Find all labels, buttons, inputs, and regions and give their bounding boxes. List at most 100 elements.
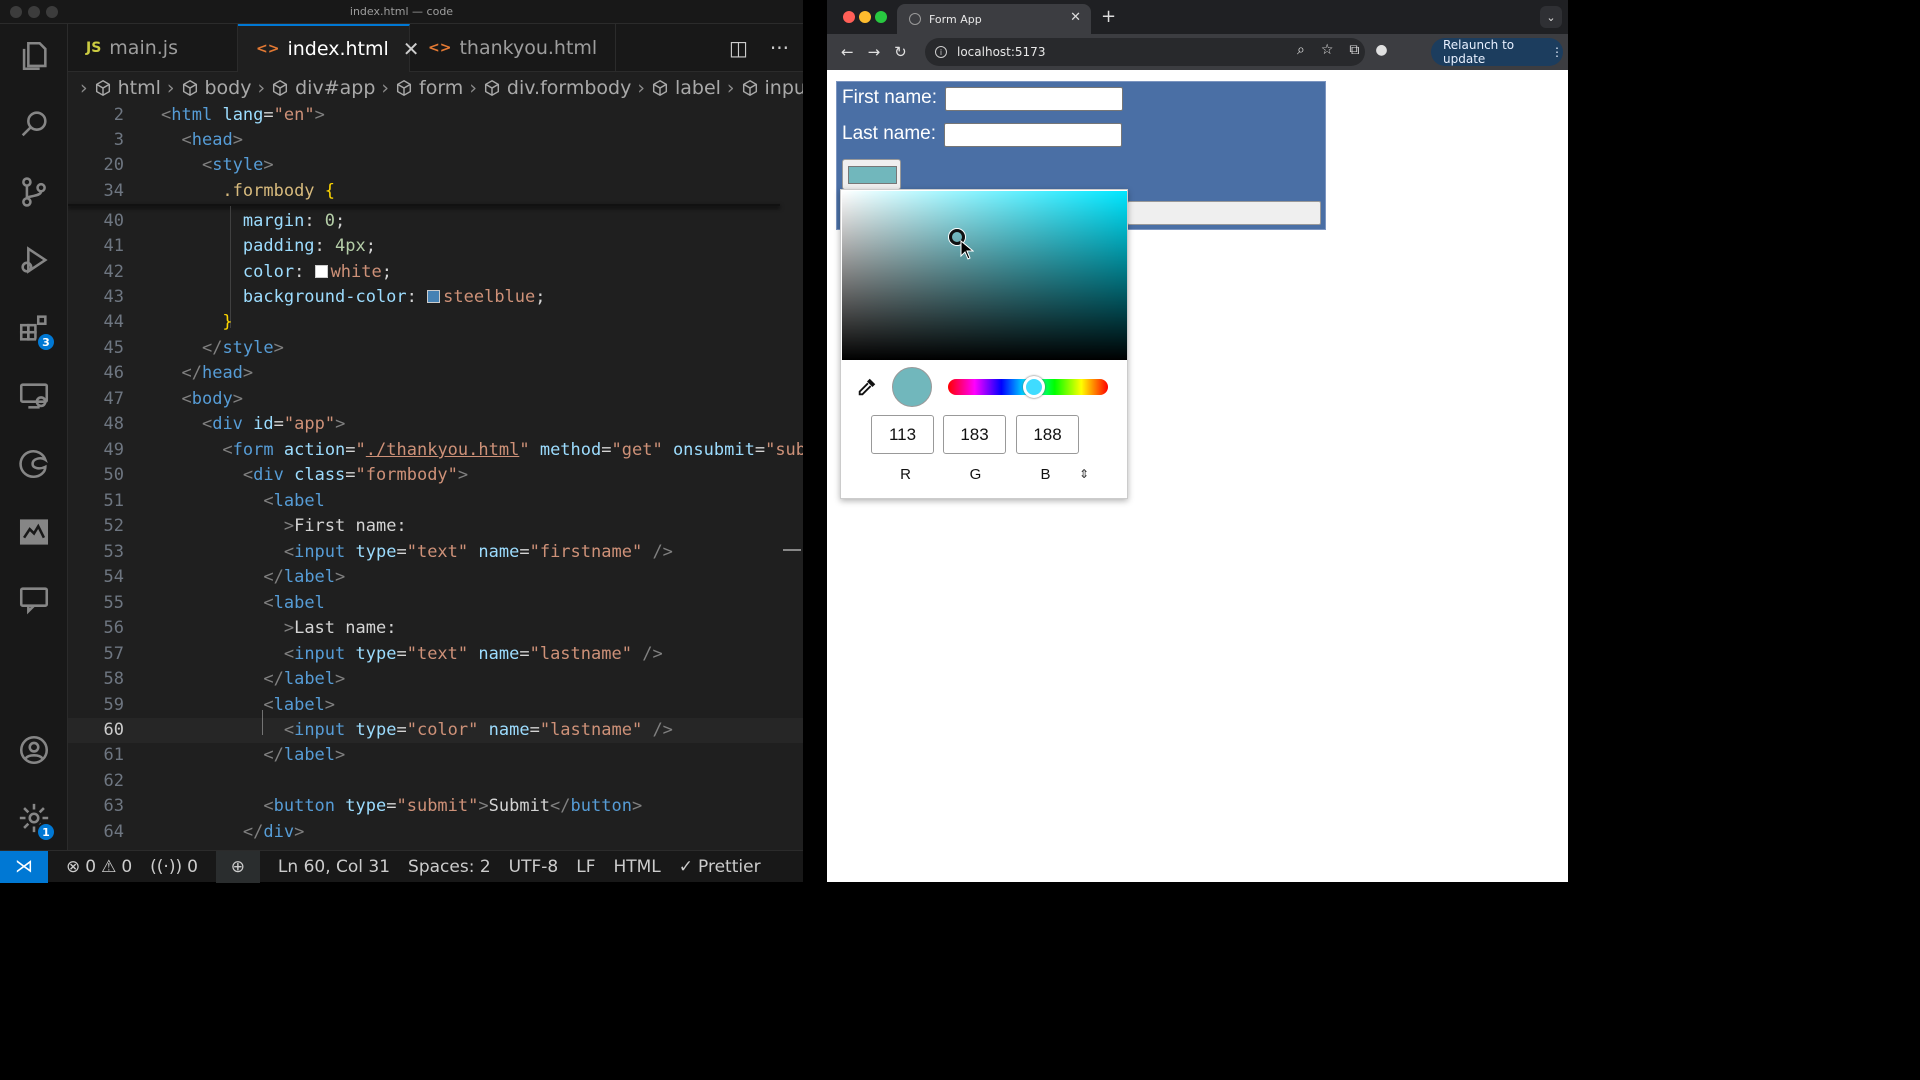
zoom-icon[interactable]: ⌕ <box>1297 42 1305 58</box>
chat-button[interactable] <box>0 570 68 630</box>
breadcrumb-label: div.formbody <box>506 77 632 99</box>
remote-icon: ⋊ <box>15 856 33 877</box>
green-value-input[interactable]: 183 <box>943 415 1006 454</box>
saturation-value-area[interactable] <box>842 191 1127 360</box>
hue-handle[interactable] <box>1023 376 1045 398</box>
star-icon[interactable]: ☆ <box>1321 42 1334 58</box>
chevron-down-icon[interactable]: ⌄ <box>1540 6 1562 28</box>
manage-button[interactable]: 1 <box>0 788 68 848</box>
browser-tab-form-app[interactable]: Form App ✕ <box>897 4 1091 34</box>
forward-icon[interactable]: → <box>868 43 881 61</box>
cursor-position[interactable]: Ln 60, Col 31 <box>278 857 390 877</box>
search-button[interactable] <box>0 94 68 154</box>
last-name-input[interactable] <box>944 123 1122 147</box>
zoom-window-button[interactable] <box>875 11 887 23</box>
breadcrumb-item-div-app[interactable]: div#app <box>271 77 375 99</box>
accounts-button[interactable] <box>0 720 68 780</box>
window-gap <box>803 0 827 882</box>
settings-badge: 1 <box>36 822 56 842</box>
problems-indicator[interactable]: ⊗ 0 ⚠ 0 <box>66 857 132 877</box>
code-line: 58 </label> <box>103 669 346 689</box>
zoom-indicator[interactable]: ⊕ <box>215 850 260 883</box>
cube-icon <box>652 79 667 97</box>
code-line: 2 <html lang="en"> <box>113 105 325 125</box>
indentation[interactable]: Spaces: 2 <box>408 857 491 877</box>
line-ending[interactable]: LF <box>576 857 595 877</box>
relaunch-button[interactable]: Relaunch to update ⋮ <box>1431 38 1563 66</box>
steelblue-color-swatch[interactable] <box>427 290 441 303</box>
remote-indicator[interactable]: ⋊ <box>0 850 48 883</box>
tab-title: Form App <box>929 12 982 26</box>
close-icon[interactable]: ✕ <box>1070 10 1081 25</box>
globe-icon <box>909 13 921 25</box>
edge-tools-button[interactable] <box>0 434 68 494</box>
breadcrumb-item-label[interactable]: label <box>651 77 721 99</box>
extensions-icon[interactable]: ⧉ <box>1349 42 1359 58</box>
code-line: 55 <label <box>103 593 325 613</box>
tab-index-html[interactable]: <> index.html ✕ <box>238 24 420 72</box>
js-file-icon: JS <box>86 40 102 56</box>
breadcrumb-item-form[interactable]: form <box>395 77 463 99</box>
submit-button[interactable] <box>1127 201 1321 225</box>
code-line: 50 <div class="formbody"> <box>103 465 469 485</box>
blue-value-input[interactable]: 188 <box>1016 415 1079 454</box>
code-editor[interactable]: 2 <html lang="en"> 3 <head> 20 <style> 34… <box>68 103 803 850</box>
more-actions-icon[interactable]: ··· <box>770 36 789 60</box>
info-icon[interactable]: i <box>935 46 947 58</box>
minimize-window-button[interactable] <box>859 11 871 23</box>
split-editor-icon[interactable]: ◫ <box>729 36 748 60</box>
minimap-marker <box>783 549 801 551</box>
extensions-button[interactable]: 3 <box>0 298 68 358</box>
hue-slider[interactable] <box>948 376 1108 398</box>
breadcrumb-item-div-formbody[interactable]: div.formbody <box>483 77 631 99</box>
ports-indicator[interactable]: ((·)) 0 <box>150 857 198 877</box>
breadcrumb-item-html[interactable]: html <box>94 77 161 99</box>
reload-icon[interactable]: ↻ <box>894 43 907 61</box>
eyedropper-icon[interactable] <box>856 376 878 398</box>
warning-icon: ⚠ <box>101 856 117 877</box>
breadcrumb-item-input[interactable]: input <box>741 77 803 99</box>
vscode-window: index.html — code 3 1 JS main.js <> inde… <box>0 0 803 883</box>
language-mode[interactable]: HTML <box>613 857 660 877</box>
tab-label: thankyou.html <box>459 37 598 59</box>
chat-icon <box>19 587 49 615</box>
code-line: 56 >Last name: <box>103 618 397 638</box>
code-line: 48 <div id="app"> <box>103 414 346 434</box>
breadcrumb-item-body[interactable]: body <box>181 77 252 99</box>
debug-icon <box>21 246 48 274</box>
code-line: 61 </label> <box>103 745 346 765</box>
first-name-input[interactable] <box>945 87 1123 111</box>
encoding[interactable]: UTF-8 <box>509 857 559 877</box>
color-input-swatch <box>848 166 897 184</box>
profile-icon[interactable]: ● <box>1375 42 1387 58</box>
warning-count: 0 <box>121 856 133 877</box>
color-preview <box>892 367 932 407</box>
remote-explorer-button[interactable] <box>0 366 68 426</box>
cube-icon <box>484 79 499 97</box>
chevron-right-icon: › <box>381 77 389 99</box>
white-color-swatch[interactable] <box>314 265 328 278</box>
run-debug-button[interactable] <box>0 230 68 290</box>
cube-icon <box>742 79 757 97</box>
breadcrumb-label: label <box>674 77 721 99</box>
code-line: 63 <button type="submit">Submit</button> <box>103 796 643 816</box>
title-bar: index.html — code <box>0 0 803 24</box>
status-bar: ⋊ ⊗ 0 ⚠ 0 ((·)) 0 ⊕ Ln 60, Col 31 Spaces: 2… <box>0 850 803 883</box>
browser-actions: ⌕ ☆ ⧉ ● <box>1297 42 1388 58</box>
html-file-icon: <> <box>256 41 280 57</box>
camel-extension-button[interactable] <box>0 502 68 562</box>
chevron-right-icon: › <box>469 77 477 99</box>
new-tab-icon[interactable]: + <box>1101 6 1116 27</box>
back-icon[interactable]: ← <box>841 43 854 61</box>
tab-thankyou-html[interactable]: <> thankyou.html <box>410 24 616 72</box>
close-window-button[interactable] <box>843 11 855 23</box>
color-input[interactable] <box>842 159 901 190</box>
prettier-status[interactable]: ✓ Prettier <box>679 857 761 877</box>
tab-main-js[interactable]: JS main.js <box>68 24 238 72</box>
red-value-input[interactable]: 113 <box>871 415 934 454</box>
format-toggle-icon[interactable]: ⇕ <box>1079 467 1089 481</box>
breadcrumb-label: input <box>764 77 803 99</box>
explorer-button[interactable] <box>0 26 68 86</box>
source-control-button[interactable] <box>0 162 68 222</box>
code-line: 20 <style> <box>103 155 274 175</box>
